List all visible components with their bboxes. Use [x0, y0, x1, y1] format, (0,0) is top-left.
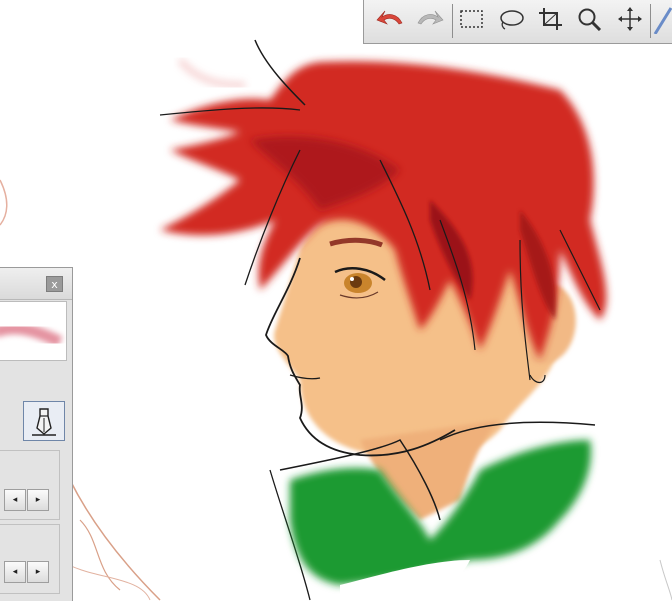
pen-nib-icon [32, 408, 56, 436]
stroke-preview-stroke [0, 322, 63, 348]
pen-icon [653, 7, 672, 34]
crop-icon [539, 8, 562, 30]
redo-button[interactable] [414, 4, 446, 34]
top-toolbar [363, 0, 672, 44]
redo-arrow-icon [417, 10, 444, 25]
toolbar-separator [452, 4, 453, 38]
brush-size-spinner: ◂ ▸ [4, 489, 50, 511]
move-button[interactable] [614, 4, 646, 34]
brush-opacity-increase[interactable]: ▸ [27, 561, 49, 583]
toolbar-separator [650, 4, 651, 38]
brush-size-increase[interactable]: ▸ [27, 489, 49, 511]
panel-titlebar[interactable]: x [0, 268, 72, 300]
pen-tool-button[interactable] [653, 4, 672, 34]
brush-size-group: ◂ ▸ [0, 450, 60, 520]
lasso-select-button[interactable] [495, 4, 527, 34]
brush-opacity-decrease[interactable]: ◂ [4, 561, 26, 583]
pen-tip-button[interactable] [23, 401, 65, 441]
brush-opacity-group: ◂ ▸ [0, 524, 60, 594]
crop-button[interactable] [535, 4, 567, 34]
zoom-button[interactable] [574, 4, 606, 34]
brush-size-decrease[interactable]: ◂ [4, 489, 26, 511]
undo-button[interactable] [374, 4, 406, 34]
move-arrows-icon [618, 7, 642, 31]
stroke-preview [0, 301, 67, 361]
brush-opacity-spinner: ◂ ▸ [4, 561, 50, 583]
rectangle-select-icon [460, 10, 483, 28]
zoom-magnifier-icon [578, 8, 602, 31]
lasso-select-icon [500, 10, 524, 30]
drawing-canvas[interactable] [0, 0, 672, 601]
undo-arrow-icon [376, 10, 403, 25]
rectangle-select-button[interactable] [456, 4, 488, 34]
panel-close-button[interactable]: x [46, 276, 63, 292]
character-sketch-artwork [0, 39, 672, 601]
